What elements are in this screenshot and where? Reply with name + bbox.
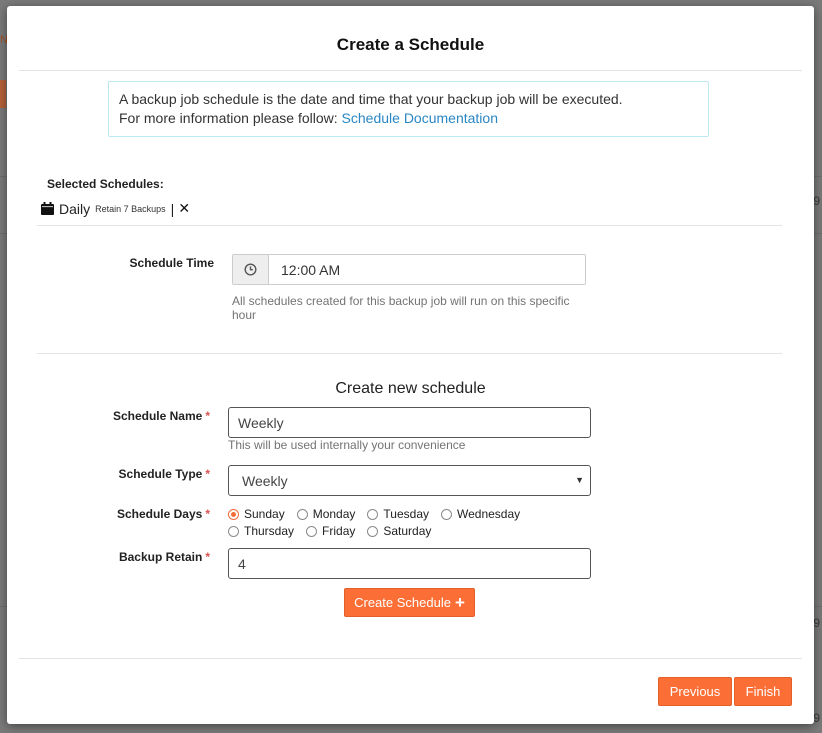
schedule-name: Daily	[59, 200, 91, 217]
schedule-documentation-link[interactable]: Schedule Documentation	[342, 110, 498, 126]
schedule-days-row-1: Sunday Monday Tuesday Wednesday	[228, 507, 532, 521]
schedule-type-select[interactable]: Weekly ▼	[228, 465, 591, 496]
backup-retain-value: 4	[238, 555, 246, 572]
schedule-name-value: Weekly	[238, 414, 284, 431]
schedule-time-help: All schedules created for this backup jo…	[232, 294, 592, 322]
day-thursday[interactable]: Thursday	[228, 524, 294, 538]
radio-button[interactable]	[367, 508, 379, 520]
finish-button[interactable]: Finish	[734, 677, 792, 706]
info-text: A backup job schedule is the date and ti…	[119, 91, 623, 107]
separator: |	[170, 200, 175, 217]
radio-button[interactable]	[228, 525, 239, 537]
day-tuesday[interactable]: Tuesday	[367, 507, 429, 521]
day-label: Tuesday	[383, 507, 429, 521]
schedule-name-label: Schedule Name *	[67, 409, 210, 423]
radio-button[interactable]	[296, 508, 308, 520]
required-mark: *	[205, 507, 210, 521]
schedule-name-help: This will be used internally your conven…	[228, 438, 466, 452]
day-monday[interactable]: Monday	[296, 507, 356, 521]
schedule-days-label: Schedule Days *	[67, 507, 210, 521]
radio-button[interactable]	[306, 525, 318, 537]
background-value: 9	[813, 616, 820, 630]
schedule-type-label: Schedule Type *	[67, 467, 210, 481]
create-schedule-label: Create Schedule	[354, 595, 451, 610]
schedule-type-value: Weekly	[242, 472, 288, 489]
info-prefix: For more information please follow:	[119, 110, 338, 126]
day-label: Friday	[322, 524, 356, 538]
section-divider	[37, 353, 782, 354]
schedule-name-label-text: Schedule Name	[112, 409, 203, 423]
calendar-icon	[41, 202, 54, 215]
day-label: Sunday	[244, 507, 285, 521]
header-divider	[19, 70, 802, 71]
background-button	[0, 80, 6, 108]
info-more: For more information please follow: Sche…	[119, 109, 698, 128]
selected-schedules-label: Selected Schedules:	[47, 177, 164, 191]
schedule-retain: Retain 7 Backups	[95, 203, 166, 214]
create-schedule-button[interactable]: Create Schedule +	[344, 588, 475, 617]
backup-retain-label-text: Backup Retain	[118, 550, 203, 564]
footer-divider	[19, 658, 802, 659]
radio-button[interactable]	[367, 525, 379, 537]
plus-icon: +	[454, 592, 465, 612]
selected-schedule-item: Daily Retain 7 Backups | ✕	[41, 200, 190, 217]
create-schedule-modal: Create a Schedule A backup job schedule …	[7, 6, 814, 724]
clock-icon	[233, 255, 269, 284]
close-icon[interactable]: ✕	[178, 200, 190, 217]
day-friday[interactable]: Friday	[306, 524, 355, 538]
day-saturday[interactable]: Saturday	[367, 524, 431, 538]
day-label: Monday	[312, 507, 356, 521]
schedule-name-input[interactable]: Weekly	[228, 407, 591, 438]
schedule-type-label-text: Schedule Type	[118, 467, 203, 481]
previous-button[interactable]: Previous	[658, 677, 732, 706]
required-mark: *	[205, 467, 210, 481]
info-alert: A backup job schedule is the date and ti…	[108, 81, 709, 137]
schedule-time-help-line: All schedules created for this backup jo…	[232, 294, 570, 308]
required-mark: *	[205, 550, 210, 564]
schedule-time-input[interactable]: 12:00 AM	[232, 254, 586, 285]
backup-retain-input[interactable]: 4	[228, 548, 591, 579]
background-value: 9	[813, 711, 820, 725]
background-value: 9	[813, 194, 820, 208]
schedule-time-help-line: hour	[232, 308, 257, 322]
day-label: Saturday	[383, 524, 432, 538]
radio-button[interactable]	[228, 508, 239, 520]
day-label: Wednesday	[457, 507, 521, 521]
day-label: Thursday	[244, 524, 295, 538]
day-wednesday[interactable]: Wednesday	[441, 507, 520, 521]
schedule-time-label: Schedule Time	[129, 256, 214, 270]
schedule-time-value: 12:00 AM	[281, 261, 341, 278]
create-new-schedule-title: Create new schedule	[335, 380, 486, 397]
backup-retain-label: Backup Retain *	[67, 550, 210, 564]
section-divider	[37, 225, 782, 226]
modal-title: Create a Schedule	[336, 35, 485, 54]
radio-button[interactable]	[441, 508, 452, 520]
required-mark: *	[205, 409, 210, 423]
schedule-days-row-2: Thursday Friday Saturday	[228, 524, 443, 538]
day-sunday[interactable]: Sunday	[228, 507, 285, 521]
chevron-down-icon: ▼	[575, 475, 584, 485]
schedule-days-label-text: Schedule Days	[116, 507, 203, 521]
